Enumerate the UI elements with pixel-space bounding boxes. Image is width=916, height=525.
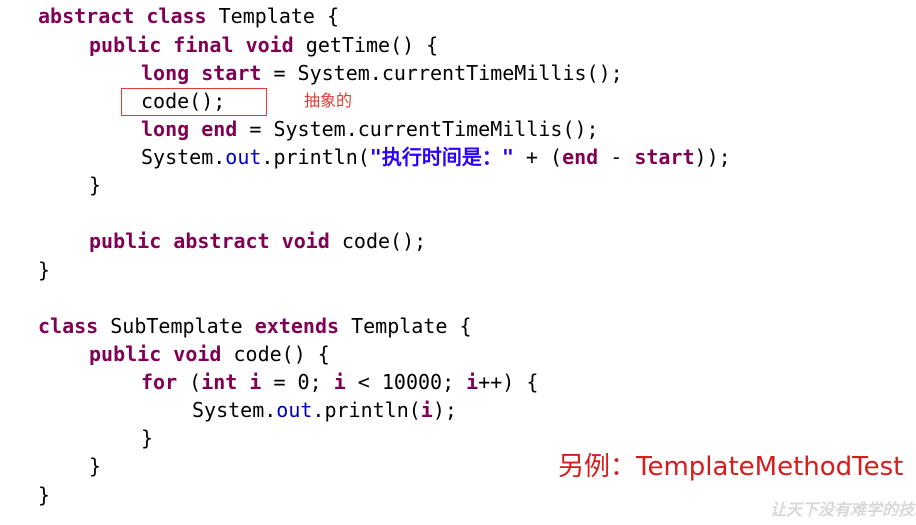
variable: start xyxy=(634,145,695,169)
keyword: public xyxy=(89,229,162,253)
code-line-16: } xyxy=(141,424,153,452)
code-line-3: long start = System.currentTimeMillis(); xyxy=(141,59,623,87)
keyword: class xyxy=(146,4,207,28)
keyword: extends xyxy=(254,314,340,338)
keyword: abstract xyxy=(38,4,135,28)
code-text: Template { xyxy=(206,4,340,28)
string-literal: "执行时间是：" xyxy=(369,145,514,169)
code-text: code(); xyxy=(329,229,427,253)
code-text: System. xyxy=(192,398,277,422)
keyword: long xyxy=(141,61,190,85)
keyword: void xyxy=(245,33,294,57)
field-name: out xyxy=(276,398,313,422)
code-text: System. xyxy=(141,145,226,169)
code-text: SubTemplate xyxy=(98,314,255,338)
code-text: } xyxy=(38,258,51,282)
code-text: } xyxy=(38,483,51,507)
code-text: ++) { xyxy=(478,370,539,394)
code-line-18: } xyxy=(38,481,50,509)
page: abstract class Template { public final v… xyxy=(0,0,916,525)
code-line-6: System.out.println("执行时间是：" + (end - sta… xyxy=(141,143,731,171)
keyword: void xyxy=(173,342,222,366)
code-text: Template { xyxy=(339,314,472,338)
keyword: long xyxy=(141,117,190,141)
keyword: void xyxy=(281,229,330,253)
variable: i xyxy=(466,370,479,394)
code-line-15: System.out.println(i); xyxy=(192,396,457,424)
code-block: abstract class Template { public final v… xyxy=(0,0,916,525)
keyword: for xyxy=(141,370,178,394)
variable: i xyxy=(249,370,262,394)
keyword: int xyxy=(201,370,238,394)
code-text: .println( xyxy=(261,145,370,169)
code-text: } xyxy=(89,173,102,197)
code-text: )); xyxy=(694,145,731,169)
variable: i xyxy=(420,398,433,422)
annotation-label: 抽象的 xyxy=(304,91,353,110)
code-line-10: } xyxy=(38,256,50,284)
keyword: final xyxy=(173,33,234,57)
code-text: code() { xyxy=(221,342,330,366)
variable: i xyxy=(333,370,346,394)
code-text: < 10000; xyxy=(345,370,467,394)
keyword: abstract xyxy=(173,229,270,253)
code-text: .println( xyxy=(312,398,421,422)
code-text: } xyxy=(141,426,154,450)
watermark: 让天下没有难学的技术 xyxy=(770,500,916,519)
code-text: = System.currentTimeMillis(); xyxy=(237,117,599,141)
keyword: public xyxy=(89,342,162,366)
code-text: = System.currentTimeMillis(); xyxy=(261,61,623,85)
example-caption: 另例：TemplateMethodTest xyxy=(558,452,904,482)
code-text: = 0; xyxy=(261,370,334,394)
code-line-1: abstract class Template { xyxy=(38,2,339,30)
code-line-5: long end = System.currentTimeMillis(); xyxy=(141,115,599,143)
field-name: out xyxy=(225,145,262,169)
code-line-14: for (int i = 0; i < 10000; i++) { xyxy=(141,368,538,396)
code-line-9: public abstract void code(); xyxy=(89,227,426,255)
code-text: getTime() { xyxy=(293,33,439,57)
code-text: ); xyxy=(432,398,457,422)
variable: end xyxy=(201,117,238,141)
code-text: ( xyxy=(177,370,202,394)
code-text: } xyxy=(89,454,102,478)
code-text: - xyxy=(598,145,635,169)
code-line-12: class SubTemplate extends Template { xyxy=(38,312,472,340)
code-text: + ( xyxy=(513,145,563,169)
keyword: public xyxy=(89,33,162,57)
variable: end xyxy=(562,145,599,169)
code-line-13: public void code() { xyxy=(89,340,330,368)
code-line-2: public final void getTime() { xyxy=(89,31,438,59)
code-line-7: } xyxy=(89,171,101,199)
annotation-highlight-box xyxy=(121,88,267,116)
code-line-17: } xyxy=(89,452,101,480)
variable: start xyxy=(201,61,262,85)
keyword: class xyxy=(38,314,99,338)
